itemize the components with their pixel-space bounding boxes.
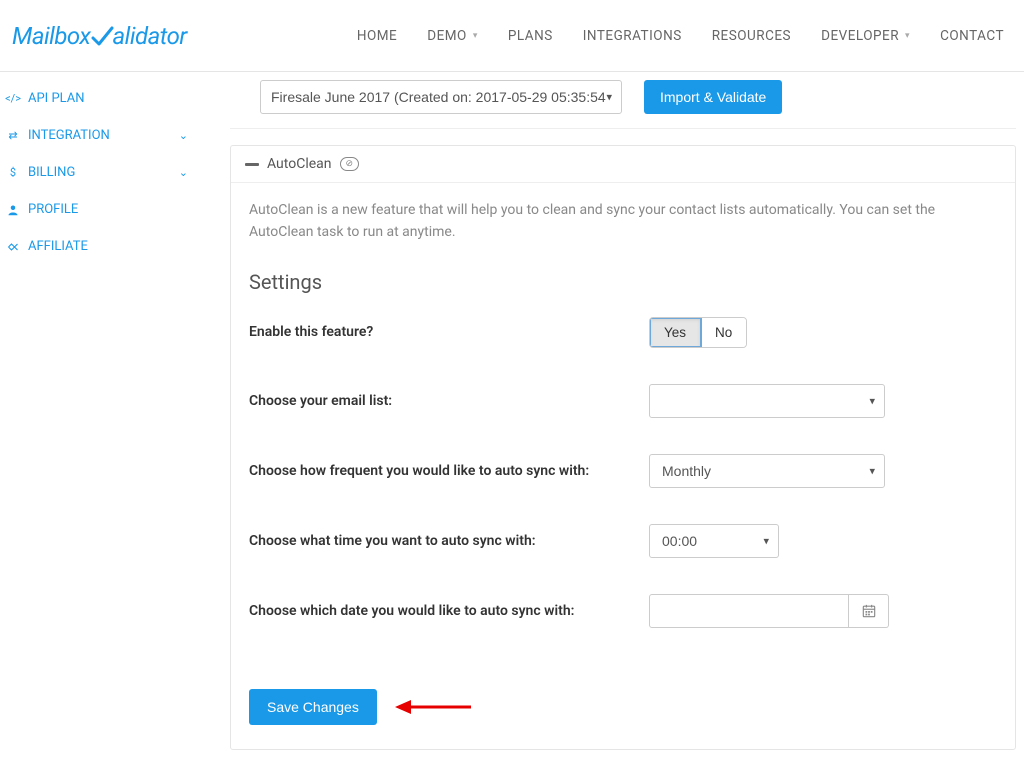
toggle-yes-button[interactable]: Yes bbox=[650, 318, 701, 347]
nav-developer-label: DEVELOPER bbox=[821, 28, 899, 44]
time-label: Choose what time you want to auto sync w… bbox=[249, 533, 649, 549]
collapse-icon bbox=[245, 163, 259, 166]
sidebar-item-profile[interactable]: PROFILE bbox=[0, 191, 198, 228]
nav-integrations[interactable]: INTEGRATIONS bbox=[583, 28, 682, 44]
autoclean-panel: AutoClean ⊘ AutoClean is a new feature t… bbox=[230, 145, 1016, 750]
dollar-icon: $ bbox=[6, 166, 20, 179]
primary-nav: HOME DEMO ▾ PLANS INTEGRATIONS RESOURCES… bbox=[357, 28, 1014, 44]
contact-list-select-wrap: Firesale June 2017 (Created on: 2017-05-… bbox=[260, 80, 622, 114]
sidebar-item-label: API PLAN bbox=[28, 91, 85, 106]
enable-label: Enable this feature? bbox=[249, 324, 649, 340]
email-list-label: Choose your email list: bbox=[249, 393, 649, 409]
sidebar-item-label: INTEGRATION bbox=[28, 128, 110, 143]
sidebar-item-label: PROFILE bbox=[28, 202, 78, 217]
frequency-select[interactable]: Monthly bbox=[649, 454, 885, 488]
toggle-no-button[interactable]: No bbox=[701, 318, 746, 347]
logo-text-rest: ailbox bbox=[32, 22, 91, 50]
panel-title: AutoClean bbox=[267, 156, 332, 172]
sync-icon: ⇄ bbox=[6, 129, 20, 142]
panel-description: AutoClean is a new feature that will hel… bbox=[249, 199, 997, 244]
time-select[interactable]: 00:00 bbox=[649, 524, 779, 558]
code-icon: </> bbox=[6, 92, 20, 105]
logo-text-m: M bbox=[12, 22, 32, 50]
save-row: Save Changes bbox=[249, 689, 997, 725]
logo-text-end: alidator bbox=[112, 22, 186, 50]
date-label: Choose which date you would like to auto… bbox=[249, 603, 649, 619]
top-nav: M ailbox alidator HOME DEMO ▾ PLANS INTE… bbox=[0, 0, 1024, 72]
chevron-down-icon: ▾ bbox=[473, 31, 478, 41]
row-time: Choose what time you want to auto sync w… bbox=[249, 515, 997, 567]
save-changes-button[interactable]: Save Changes bbox=[249, 689, 377, 725]
enable-toggle-group: Yes No bbox=[649, 317, 747, 348]
panel-header[interactable]: AutoClean ⊘ bbox=[231, 146, 1015, 183]
date-input[interactable] bbox=[649, 594, 849, 628]
import-validate-button[interactable]: Import & Validate bbox=[644, 80, 782, 114]
nav-demo-label: DEMO bbox=[427, 28, 467, 44]
email-list-select[interactable] bbox=[649, 384, 885, 418]
nav-plans[interactable]: PLANS bbox=[508, 28, 553, 44]
annotation-arrow bbox=[395, 700, 471, 714]
calendar-icon bbox=[862, 604, 876, 618]
row-frequency: Choose how frequent you would like to au… bbox=[249, 445, 997, 497]
chevron-down-icon: ⌄ bbox=[179, 129, 188, 142]
nav-demo[interactable]: DEMO ▾ bbox=[427, 28, 478, 44]
date-input-group bbox=[649, 594, 889, 628]
frequency-label: Choose how frequent you would like to au… bbox=[249, 463, 649, 479]
sidebar-item-billing[interactable]: $ BILLING ⌄ bbox=[0, 154, 198, 191]
nav-home[interactable]: HOME bbox=[357, 28, 397, 44]
import-row: Firesale June 2017 (Created on: 2017-05-… bbox=[230, 80, 1016, 129]
panel-body: AutoClean is a new feature that will hel… bbox=[231, 183, 1015, 749]
arrow-line bbox=[409, 705, 471, 708]
chevron-down-icon: ⌄ bbox=[179, 166, 188, 179]
row-enable-feature: Enable this feature? Yes No bbox=[249, 308, 997, 357]
sidebar-item-affiliate[interactable]: AFFILIATE bbox=[0, 228, 198, 265]
logo-check-icon bbox=[90, 24, 114, 48]
row-email-list: Choose your email list: bbox=[249, 375, 997, 427]
arrow-head-icon bbox=[395, 700, 411, 714]
contact-list-select[interactable]: Firesale June 2017 (Created on: 2017-05-… bbox=[260, 80, 622, 114]
sidebar-item-label: BILLING bbox=[28, 165, 75, 180]
date-picker-button[interactable] bbox=[849, 594, 889, 628]
sidebar-item-api-plan[interactable]: </> API PLAN bbox=[0, 80, 198, 117]
user-icon bbox=[6, 204, 20, 216]
link-icon: ⊘ bbox=[340, 157, 360, 171]
nav-resources[interactable]: RESOURCES bbox=[712, 28, 791, 44]
sidebar-item-integration[interactable]: ⇄ INTEGRATION ⌄ bbox=[0, 117, 198, 154]
logo[interactable]: M ailbox alidator bbox=[10, 22, 187, 50]
nav-contact[interactable]: CONTACT bbox=[940, 28, 1004, 44]
sidebar: </> API PLAN ⇄ INTEGRATION ⌄ $ BILLING ⌄… bbox=[0, 72, 198, 770]
settings-heading: Settings bbox=[249, 270, 997, 294]
handshake-icon bbox=[6, 241, 20, 253]
main-content: Firesale June 2017 (Created on: 2017-05-… bbox=[198, 72, 1024, 770]
chevron-down-icon: ▾ bbox=[905, 31, 910, 41]
sidebar-item-label: AFFILIATE bbox=[28, 239, 88, 254]
nav-developer[interactable]: DEVELOPER ▾ bbox=[821, 28, 910, 44]
